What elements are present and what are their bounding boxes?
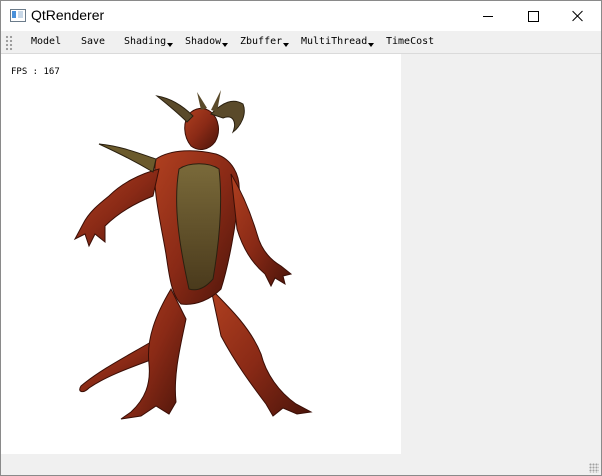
close-button[interactable] (555, 1, 601, 31)
toolbar-grip-handle[interactable] (5, 35, 13, 51)
demon-model-render (73, 90, 313, 420)
shading-menu-button[interactable]: Shading (124, 36, 174, 47)
maximize-icon (527, 10, 539, 22)
app-window: QtRenderer Model Save Shading Shadow Zbu… (0, 0, 602, 476)
toolbar: Model Save Shading Shadow Zbuffer MultiT… (1, 32, 601, 54)
render-viewport[interactable]: FPS : 167 (1, 54, 401, 454)
resize-grip-icon[interactable] (589, 463, 599, 473)
fps-counter: FPS : 167 (11, 67, 60, 77)
app-window-icon (10, 9, 26, 22)
model-button[interactable]: Model (31, 36, 61, 47)
dropdown-arrow-icon (222, 43, 229, 47)
minimize-icon (483, 15, 493, 17)
maximize-button[interactable] (510, 1, 556, 31)
minimize-button[interactable] (465, 1, 511, 31)
save-button[interactable]: Save (81, 36, 105, 47)
window-title: QtRenderer (31, 7, 105, 23)
multithread-menu-button[interactable]: MultiThread (301, 36, 375, 47)
title-bar[interactable]: QtRenderer (1, 1, 601, 31)
dropdown-arrow-icon (283, 43, 290, 47)
shadow-menu-button[interactable]: Shadow (185, 36, 229, 47)
status-bar (1, 455, 601, 475)
zbuffer-menu-button[interactable]: Zbuffer (240, 36, 290, 47)
dropdown-arrow-icon (167, 43, 174, 47)
timecost-button[interactable]: TimeCost (386, 36, 434, 47)
close-icon (572, 10, 584, 22)
dropdown-arrow-icon (368, 43, 375, 47)
